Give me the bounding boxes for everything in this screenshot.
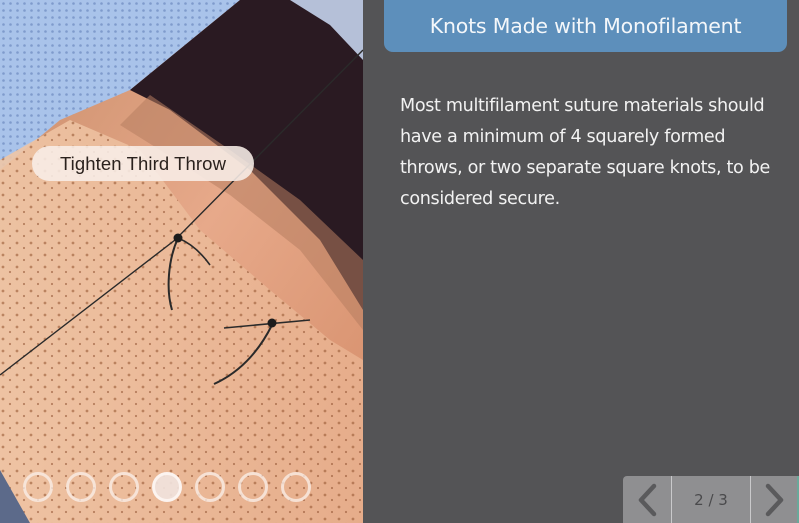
step-callout-label: Tighten Third Throw: [32, 146, 254, 181]
next-button[interactable]: [751, 476, 799, 523]
chevron-right-icon: [765, 483, 784, 516]
slide-body-text: Most multifilament suture materials shou…: [400, 96, 770, 209]
step-dot-3[interactable]: [109, 472, 139, 502]
suture-photo-illustration: [0, 0, 363, 523]
slide-navigation: 2 / 3: [623, 476, 799, 523]
page-indicator: 2 / 3: [671, 476, 751, 523]
step-dot-1[interactable]: [23, 472, 53, 502]
step-dot-2[interactable]: [66, 472, 96, 502]
suture-photo: Tighten Third Throw: [0, 0, 363, 523]
step-dot-4-active[interactable]: [152, 472, 182, 502]
chevron-left-icon: [638, 483, 657, 516]
step-dot-5[interactable]: [195, 472, 225, 502]
step-dot-6[interactable]: [238, 472, 268, 502]
previous-button[interactable]: [623, 476, 671, 523]
slide-title: Knots Made with Monofilament: [384, 0, 787, 52]
step-dots: [23, 472, 311, 502]
step-dot-7[interactable]: [281, 472, 311, 502]
